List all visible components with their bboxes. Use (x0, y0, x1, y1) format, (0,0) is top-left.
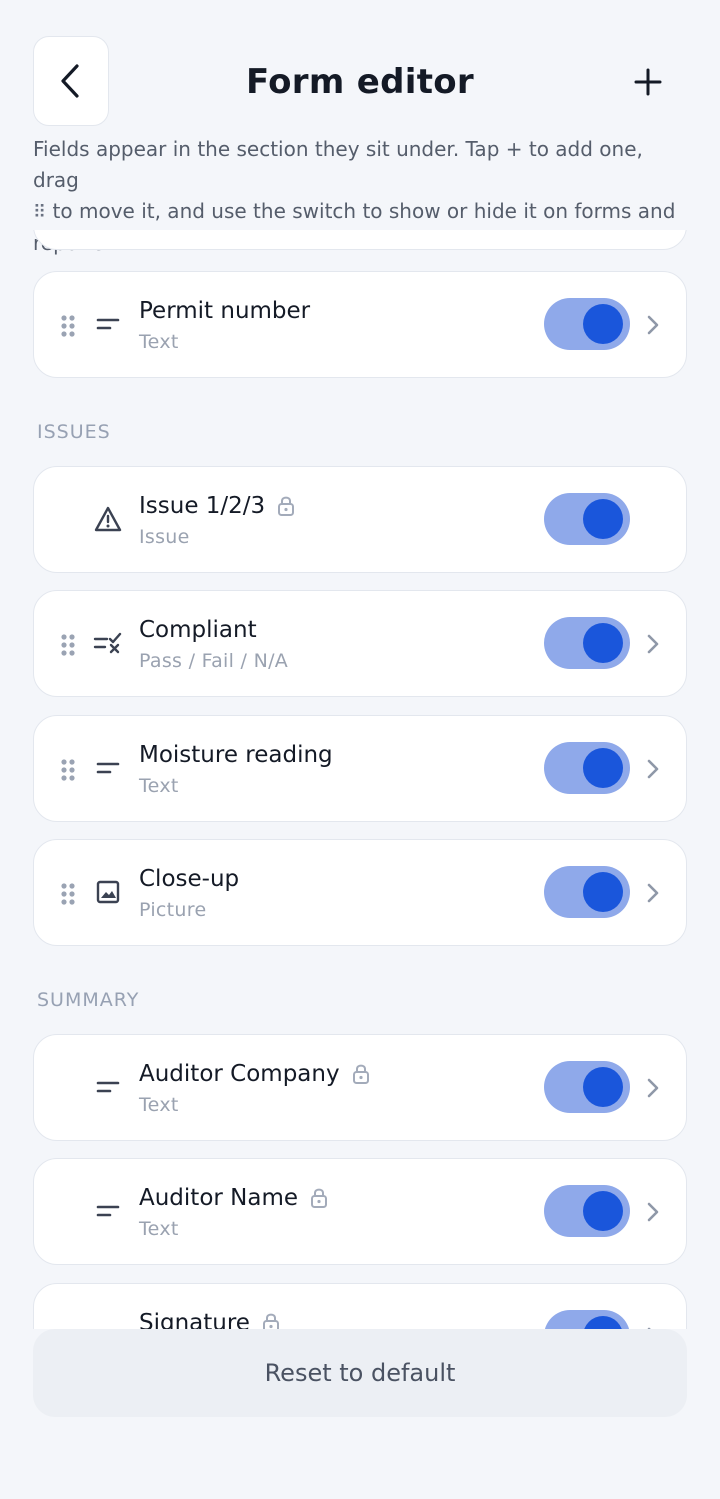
signature-icon (92, 1320, 124, 1329)
field-name: Auditor Company (139, 1061, 340, 1087)
chevron-right-icon[interactable] (646, 881, 660, 905)
lock-icon (262, 1312, 280, 1329)
field-list[interactable]: Permit number Text ISSUES Issue 1/2/3 Issue C… (0, 230, 720, 1329)
field-type: Text (139, 1218, 179, 1240)
field-card[interactable]: Compliant Pass / Fail / N/A (33, 590, 687, 697)
text-lines-icon (92, 308, 124, 340)
visibility-toggle[interactable] (544, 866, 630, 918)
warning-triangle-icon (92, 503, 124, 535)
field-type: Pass / Fail / N/A (139, 650, 289, 672)
field-card[interactable]: Moisture reading Text (33, 715, 687, 822)
toggle-knob (583, 304, 623, 344)
field-name-row: Moisture reading (139, 740, 333, 770)
toggle-knob (583, 623, 623, 663)
visibility-toggle[interactable] (544, 1310, 630, 1329)
toggle-knob (583, 748, 623, 788)
field-type: Text (139, 331, 179, 353)
field-card[interactable]: Permit number Text (33, 271, 687, 378)
toggle-knob (583, 499, 623, 539)
field-card[interactable]: Auditor Company Text (33, 1034, 687, 1141)
text-lines-icon (92, 1071, 124, 1103)
chevron-right-icon[interactable] (646, 313, 660, 337)
visibility-toggle[interactable] (544, 1185, 630, 1237)
field-type: Picture (139, 899, 207, 921)
drag-handle-glyph: ⠿ (33, 202, 47, 223)
chevron-right-icon[interactable] (646, 632, 660, 656)
field-name-row: Issue 1/2/3 (139, 491, 295, 521)
text-lines-icon (92, 752, 124, 784)
field-name: Signature (139, 1310, 250, 1329)
section-header-issues: ISSUES (37, 421, 111, 443)
visibility-toggle[interactable] (544, 493, 630, 545)
field-name-row: Auditor Name (139, 1183, 328, 1213)
drag-handle-icon[interactable] (60, 633, 76, 657)
visibility-toggle[interactable] (544, 617, 630, 669)
lock-icon (352, 1063, 370, 1085)
field-card[interactable]: Close-up Picture (33, 839, 687, 946)
field-name: Issue 1/2/3 (139, 493, 266, 519)
field-name: Close-up (139, 866, 240, 892)
toggle-knob (583, 1067, 623, 1107)
drag-handle-icon[interactable] (60, 758, 76, 782)
page-title: Form editor (246, 62, 474, 102)
pass-fail-icon (92, 627, 124, 659)
lock-icon (310, 1187, 328, 1209)
field-type: Text (139, 1094, 179, 1116)
field-name-row: Close-up (139, 864, 239, 894)
field-name-row: Compliant (139, 615, 257, 645)
field-card-partial (33, 230, 687, 250)
intro-text-part1: Fields appear in the section they sit un… (33, 137, 643, 192)
field-name-row: Permit number (139, 296, 310, 326)
visibility-toggle[interactable] (544, 742, 630, 794)
field-card[interactable]: Signature (33, 1283, 687, 1329)
field-card[interactable]: Issue 1/2/3 Issue (33, 466, 687, 573)
field-type: Text (139, 775, 179, 797)
text-lines-icon (92, 1195, 124, 1227)
field-name: Moisture reading (139, 742, 333, 768)
plus-icon (634, 68, 662, 96)
drag-handle-icon[interactable] (60, 314, 76, 338)
header: Form editor (0, 0, 720, 130)
toggle-knob (583, 1316, 623, 1329)
visibility-toggle[interactable] (544, 1061, 630, 1113)
field-name-row: Auditor Company (139, 1059, 370, 1089)
reset-to-default-button[interactable]: Reset to default (33, 1329, 687, 1417)
add-field-button[interactable] (618, 52, 678, 112)
lock-icon (277, 495, 295, 517)
chevron-right-icon[interactable] (646, 757, 660, 781)
picture-icon (92, 876, 124, 908)
toggle-knob (583, 872, 623, 912)
field-name-row: Signature (139, 1308, 280, 1329)
section-header-summary: SUMMARY (37, 989, 140, 1011)
field-type: Issue (139, 526, 190, 548)
field-card[interactable]: Auditor Name Text (33, 1158, 687, 1265)
visibility-toggle[interactable] (544, 298, 630, 350)
field-name: Permit number (139, 298, 311, 324)
drag-handle-icon[interactable] (60, 882, 76, 906)
toggle-knob (583, 1191, 623, 1231)
field-name: Auditor Name (139, 1185, 299, 1211)
chevron-right-icon[interactable] (646, 1200, 660, 1224)
chevron-right-icon[interactable] (646, 1076, 660, 1100)
field-name: Compliant (139, 617, 257, 643)
